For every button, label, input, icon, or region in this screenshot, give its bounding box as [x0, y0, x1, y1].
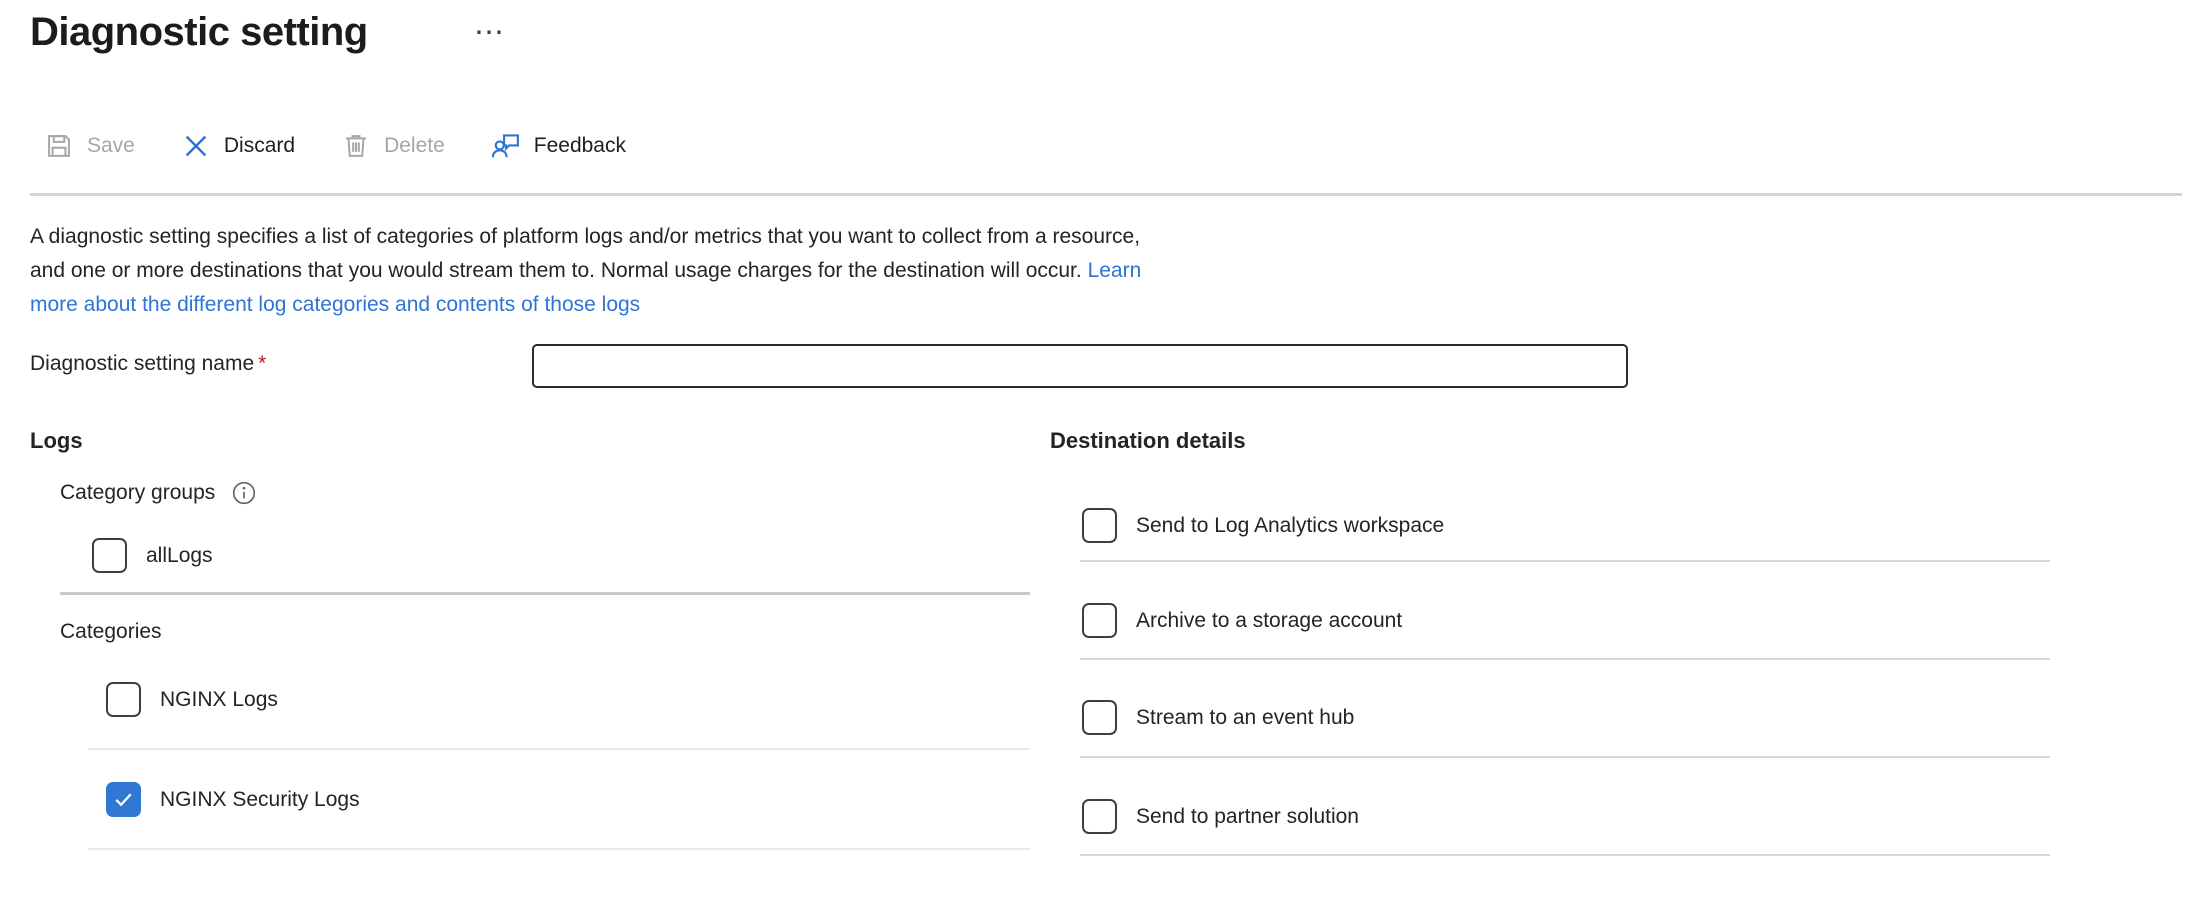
discard-x-icon [181, 131, 211, 161]
partner-solution-checkbox[interactable] [1082, 799, 1117, 834]
checkbox-row-partner-solution[interactable]: Send to partner solution [1082, 799, 1359, 834]
feedback-icon [491, 131, 521, 161]
save-label: Save [87, 134, 135, 158]
description-line-2: and one or more destinations that you wo… [30, 254, 1141, 288]
checkbox-row-nginx-logs[interactable]: NGINX Logs [106, 682, 278, 717]
destination-divider [1080, 756, 2050, 758]
description-line-3: more about the different log categories … [30, 288, 1141, 322]
toolbar-divider [30, 193, 2182, 196]
category-divider [88, 848, 1030, 850]
info-icon[interactable] [231, 480, 257, 506]
category-divider [88, 748, 1030, 750]
partner-solution-label: Send to partner solution [1136, 805, 1359, 829]
required-asterisk: * [254, 352, 266, 375]
logs-heading: Logs [30, 428, 83, 454]
page-description: A diagnostic setting specifies a list of… [30, 220, 1141, 322]
storage-account-label: Archive to a storage account [1136, 609, 1402, 633]
nginx-security-logs-label: NGINX Security Logs [160, 788, 360, 812]
name-field-label: Diagnostic setting name* [30, 352, 266, 376]
log-analytics-checkbox[interactable] [1082, 508, 1117, 543]
checkbox-row-storage-account[interactable]: Archive to a storage account [1082, 603, 1402, 638]
command-bar: Save Discard Delete Feedback [44, 126, 626, 166]
delete-label: Delete [384, 134, 445, 158]
feedback-label: Feedback [534, 134, 626, 158]
trash-icon [341, 131, 371, 161]
diagnostic-setting-name-input[interactable] [532, 344, 1628, 388]
destination-details-heading: Destination details [1050, 428, 1246, 454]
save-icon [44, 131, 74, 161]
category-groups-label: Category groups [60, 481, 215, 505]
event-hub-checkbox[interactable] [1082, 700, 1117, 735]
logs-divider [60, 592, 1030, 595]
learn-more-link[interactable]: more about the different log categories … [30, 293, 640, 316]
event-hub-label: Stream to an event hub [1136, 706, 1354, 730]
delete-button[interactable]: Delete [341, 131, 445, 161]
description-line-1: A diagnostic setting specifies a list of… [30, 220, 1141, 254]
alllogs-label: allLogs [146, 544, 213, 568]
feedback-button[interactable]: Feedback [491, 131, 626, 161]
destination-divider [1080, 854, 2050, 856]
checkbox-row-alllogs[interactable]: allLogs [92, 538, 213, 573]
more-options-button[interactable]: ⋯ [474, 18, 506, 48]
checkbox-row-nginx-security-logs[interactable]: NGINX Security Logs [106, 782, 360, 817]
destination-divider [1080, 560, 2050, 562]
nginx-logs-label: NGINX Logs [160, 688, 278, 712]
alllogs-checkbox[interactable] [92, 538, 127, 573]
save-button[interactable]: Save [44, 131, 135, 161]
learn-more-link[interactable]: Learn [1088, 259, 1142, 282]
nginx-logs-checkbox[interactable] [106, 682, 141, 717]
discard-button[interactable]: Discard [181, 131, 295, 161]
checkbox-row-event-hub[interactable]: Stream to an event hub [1082, 700, 1354, 735]
checkbox-row-log-analytics[interactable]: Send to Log Analytics workspace [1082, 508, 1444, 543]
categories-label: Categories [60, 620, 162, 644]
destination-divider [1080, 658, 2050, 660]
category-groups-header: Category groups [60, 480, 257, 506]
page-title: Diagnostic setting [30, 10, 368, 55]
nginx-security-logs-checkbox[interactable] [106, 782, 141, 817]
log-analytics-label: Send to Log Analytics workspace [1136, 514, 1444, 538]
storage-account-checkbox[interactable] [1082, 603, 1117, 638]
discard-label: Discard [224, 134, 295, 158]
